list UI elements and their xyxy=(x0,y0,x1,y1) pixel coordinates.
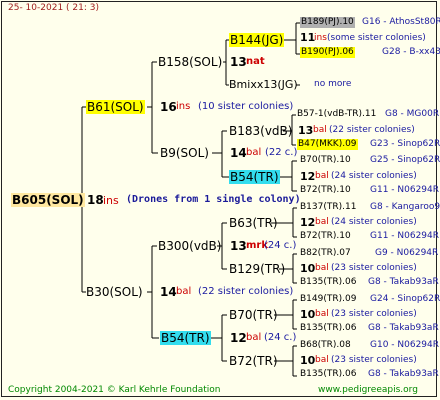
queen-b137[interactable]: B137(TR).11 xyxy=(300,203,356,212)
b72-10a-code: G11 - N06294R xyxy=(370,185,440,195)
b30-tag: bal xyxy=(176,286,192,297)
b61-tag: ins xyxy=(176,101,191,112)
b135-b-code: G8 - Takab93aR xyxy=(368,323,439,333)
queen-b47[interactable]: B47(MKK).09 xyxy=(297,139,358,150)
g5-11-num: 12 xyxy=(300,216,316,229)
queen-b189[interactable]: B189(PJ).10 xyxy=(300,17,355,28)
g5-8-tag: bal xyxy=(315,171,329,181)
b190-code: G28 - B-xx43 xyxy=(382,47,440,57)
queen-b135-c[interactable]: B135(TR).06 xyxy=(300,370,356,379)
root-note: (Drones from 1 single colony) xyxy=(126,194,301,205)
b30-note: (22 sister colonies) xyxy=(198,286,294,297)
g5-20-note: (23 sister colonies) xyxy=(331,355,417,365)
g5-8-note: (24 sister colonies) xyxy=(331,171,417,181)
b9-tag: bal xyxy=(246,147,262,158)
b137-code: G8 - Kangaroo98R xyxy=(370,202,440,212)
b135-c-code: G8 - Takab93aR xyxy=(368,369,439,379)
g5-17-note: (23 sister colonies) xyxy=(331,309,417,319)
g5-5-tag: bal xyxy=(313,125,327,135)
queen-b183[interactable]: B183(vdB) xyxy=(229,125,292,137)
b300-num: 13 xyxy=(230,239,247,253)
g5-17-num: 10 xyxy=(300,308,316,321)
g5-11-tag: bal xyxy=(315,217,329,227)
queen-b72-10a[interactable]: B72(TR).10 xyxy=(300,186,351,195)
queen-b149[interactable]: B149(TR).09 xyxy=(300,295,356,304)
g5-5-num: 13 xyxy=(298,124,314,137)
site-link[interactable]: www.pedigreeapis.org xyxy=(318,386,418,395)
b189-code: G16 - AthosSt80R xyxy=(362,17,440,27)
queen-b54-gen4[interactable]: B54(TR) xyxy=(229,170,280,184)
b9-num: 14 xyxy=(230,146,247,160)
queen-b72-10b[interactable]: B72(TR).10 xyxy=(300,232,351,241)
queen-b158[interactable]: B158(SOL) xyxy=(158,56,222,68)
queen-b70-10[interactable]: B70(TR).10 xyxy=(300,156,351,165)
queen-b129[interactable]: B129(TR) xyxy=(229,263,285,275)
g5-14-note: (23 sister colonies) xyxy=(331,263,417,273)
g5-3-note: no more xyxy=(314,79,352,89)
queen-b9[interactable]: B9(SOL) xyxy=(160,147,209,159)
queen-b72[interactable]: B72(TR) xyxy=(229,355,278,367)
copyright-text: Copyright 2004-2021 © Karl Kehrle Founda… xyxy=(8,385,221,395)
connector-b30 xyxy=(147,245,159,339)
pedigree-page: 25- 10-2021 ( 21: 3) B605(SOL) 18 ins (D… xyxy=(0,0,440,400)
b68-code: G10 - N06294R xyxy=(370,340,440,350)
b54-note: (24 c.) xyxy=(264,332,297,343)
g5-14-tag: bal xyxy=(315,263,329,273)
queen-b82[interactable]: B82(TR).07 xyxy=(300,249,351,258)
root-num: 18 xyxy=(87,193,104,207)
g5-5-note: (22 sister colonies) xyxy=(329,125,415,135)
g5-8-num: 12 xyxy=(300,170,316,183)
b54-num: 12 xyxy=(230,331,247,345)
queen-b30[interactable]: B30(SOL) xyxy=(86,286,143,298)
queen-b144[interactable]: B144(JG) xyxy=(229,33,285,47)
queen-b135-b[interactable]: B135(TR).06 xyxy=(300,324,356,333)
connector-b61 xyxy=(147,61,158,154)
b30-num: 14 xyxy=(160,285,177,299)
g5-14-num: 10 xyxy=(300,262,316,275)
g5-11-note: (24 sister colonies) xyxy=(331,217,417,227)
g5-1-tag: ins xyxy=(314,33,327,43)
g5-20-tag: bal xyxy=(315,355,329,365)
queen-bmixx13[interactable]: Bmixx13(JG) xyxy=(229,79,298,90)
b82-code: G9 - N06294R xyxy=(375,248,439,258)
queen-b135-a[interactable]: B135(TR).06 xyxy=(300,278,356,287)
b61-num: 16 xyxy=(160,100,177,114)
queen-b63[interactable]: B63(TR) xyxy=(229,217,278,229)
b47-code: G23 - Sinop62R xyxy=(370,139,440,149)
b135-a-code: G8 - Takab93aR xyxy=(368,277,439,287)
g5-17-tag: bal xyxy=(315,309,329,319)
connector-b54-bottom xyxy=(210,314,227,362)
root-tag: ins xyxy=(103,194,119,207)
queen-b57[interactable]: B57-1(vdB-TR).11 xyxy=(297,110,376,119)
queen-b190[interactable]: B190(PJ).06 xyxy=(300,47,355,58)
queen-root[interactable]: B605(SOL) xyxy=(11,193,85,207)
queen-b68[interactable]: B68(TR).08 xyxy=(300,341,351,350)
b158-tag: nat xyxy=(246,56,265,67)
b300-note: (24 c.) xyxy=(264,240,297,251)
timestamp: 25- 10-2021 ( 21: 3) xyxy=(8,3,99,13)
b149-code: G24 - Sinop62R xyxy=(370,294,440,304)
g5-1-note: (some sister colonies) xyxy=(327,33,426,43)
b9-note: (22 c.) xyxy=(265,147,298,158)
queen-b70[interactable]: B70(TR) xyxy=(229,309,278,321)
b61-note: (10 sister colonies) xyxy=(198,101,294,112)
queen-b61[interactable]: B61(SOL) xyxy=(86,100,145,114)
connector-b9 xyxy=(212,130,229,178)
queen-b54-gen3[interactable]: B54(TR) xyxy=(160,331,211,345)
b72-10b-code: G11 - N06294R xyxy=(370,231,440,241)
g5-20-num: 10 xyxy=(300,354,316,367)
queen-b300[interactable]: B300(vdB) xyxy=(158,240,221,252)
b54-tag: bal xyxy=(246,332,262,343)
b158-num: 13 xyxy=(230,55,247,69)
b70-10-code: G25 - Sinop62R xyxy=(370,155,440,165)
b57-code: G8 - MG00R xyxy=(385,109,440,119)
